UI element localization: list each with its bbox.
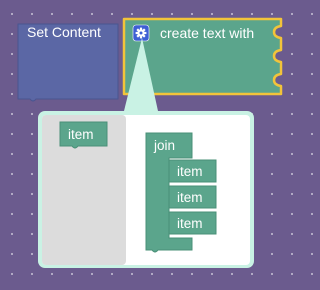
join-item-label: item xyxy=(177,164,203,179)
join-item-label: item xyxy=(177,216,203,231)
create-text-with-label: create text with xyxy=(160,25,254,41)
join-item-block[interactable]: item xyxy=(168,185,217,209)
set-content-block[interactable]: Set Content xyxy=(17,23,119,102)
flyout-item-label: item xyxy=(68,127,94,142)
set-content-label: Set Content xyxy=(27,24,101,40)
join-item-block[interactable]: item xyxy=(168,211,217,235)
join-label: join xyxy=(153,138,175,153)
blockly-workspace[interactable]: Set Content create text with item join i… xyxy=(0,0,298,290)
flyout-item-block[interactable]: item xyxy=(59,121,108,149)
join-item-block[interactable]: item xyxy=(168,159,217,183)
join-item-label: item xyxy=(177,190,203,205)
gear-icon[interactable] xyxy=(132,24,150,42)
